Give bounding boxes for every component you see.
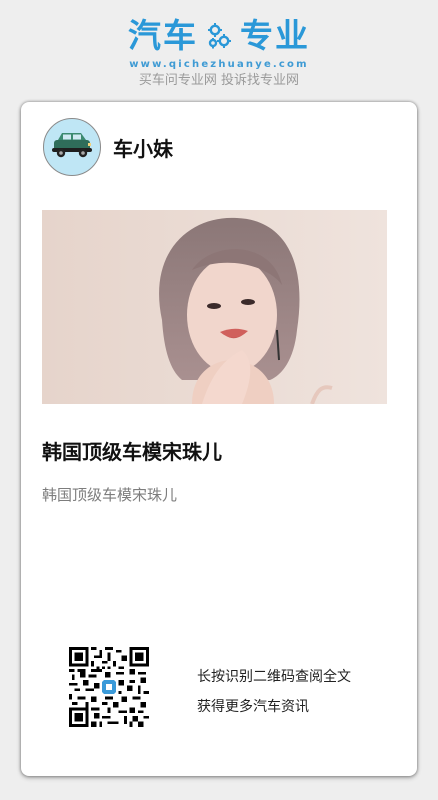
brand-domain: www.qichezhuanye.com xyxy=(129,59,309,70)
article-title: 韩国顶级车模宋珠儿 xyxy=(42,440,222,464)
cover-photo xyxy=(42,210,387,404)
qr-instructions: 长按识别二维码查阅全文 获得更多汽车资讯 xyxy=(197,662,351,722)
gears-icon xyxy=(208,23,231,49)
cta-line-2: 获得更多汽车资讯 xyxy=(197,699,309,715)
author-name: 车小妹 xyxy=(113,136,173,161)
brand-title-left: 汽车 xyxy=(128,16,198,55)
article-card: 车小妹 韩国顶级车模宋珠儿 韩国顶级车模宋珠儿 长按识别二维码查阅全文 获得更多… xyxy=(21,102,417,776)
brand-slogan: 买车问专业网 投诉找专业网 xyxy=(138,73,300,88)
qr-code-icon[interactable] xyxy=(69,647,149,727)
car-avatar-icon xyxy=(52,133,92,158)
cta-line-1: 长按识别二维码查阅全文 xyxy=(197,669,351,685)
brand-title-right: 专业 xyxy=(240,16,310,55)
author-info: 车小妹 xyxy=(43,118,173,176)
avatar xyxy=(43,118,101,176)
cover-illustration xyxy=(42,210,387,404)
brand-header: 汽车 专业 www.qichezhuanye.com 买车问专业网 投诉找专业网 xyxy=(0,14,438,89)
article-summary: 韩国顶级车模宋珠儿 xyxy=(42,486,178,504)
share-poster: 汽车 专业 www.qichezhuanye.com 买车问专业网 投诉找专业网… xyxy=(0,0,438,800)
brand-logo: 汽车 专业 xyxy=(0,14,438,58)
